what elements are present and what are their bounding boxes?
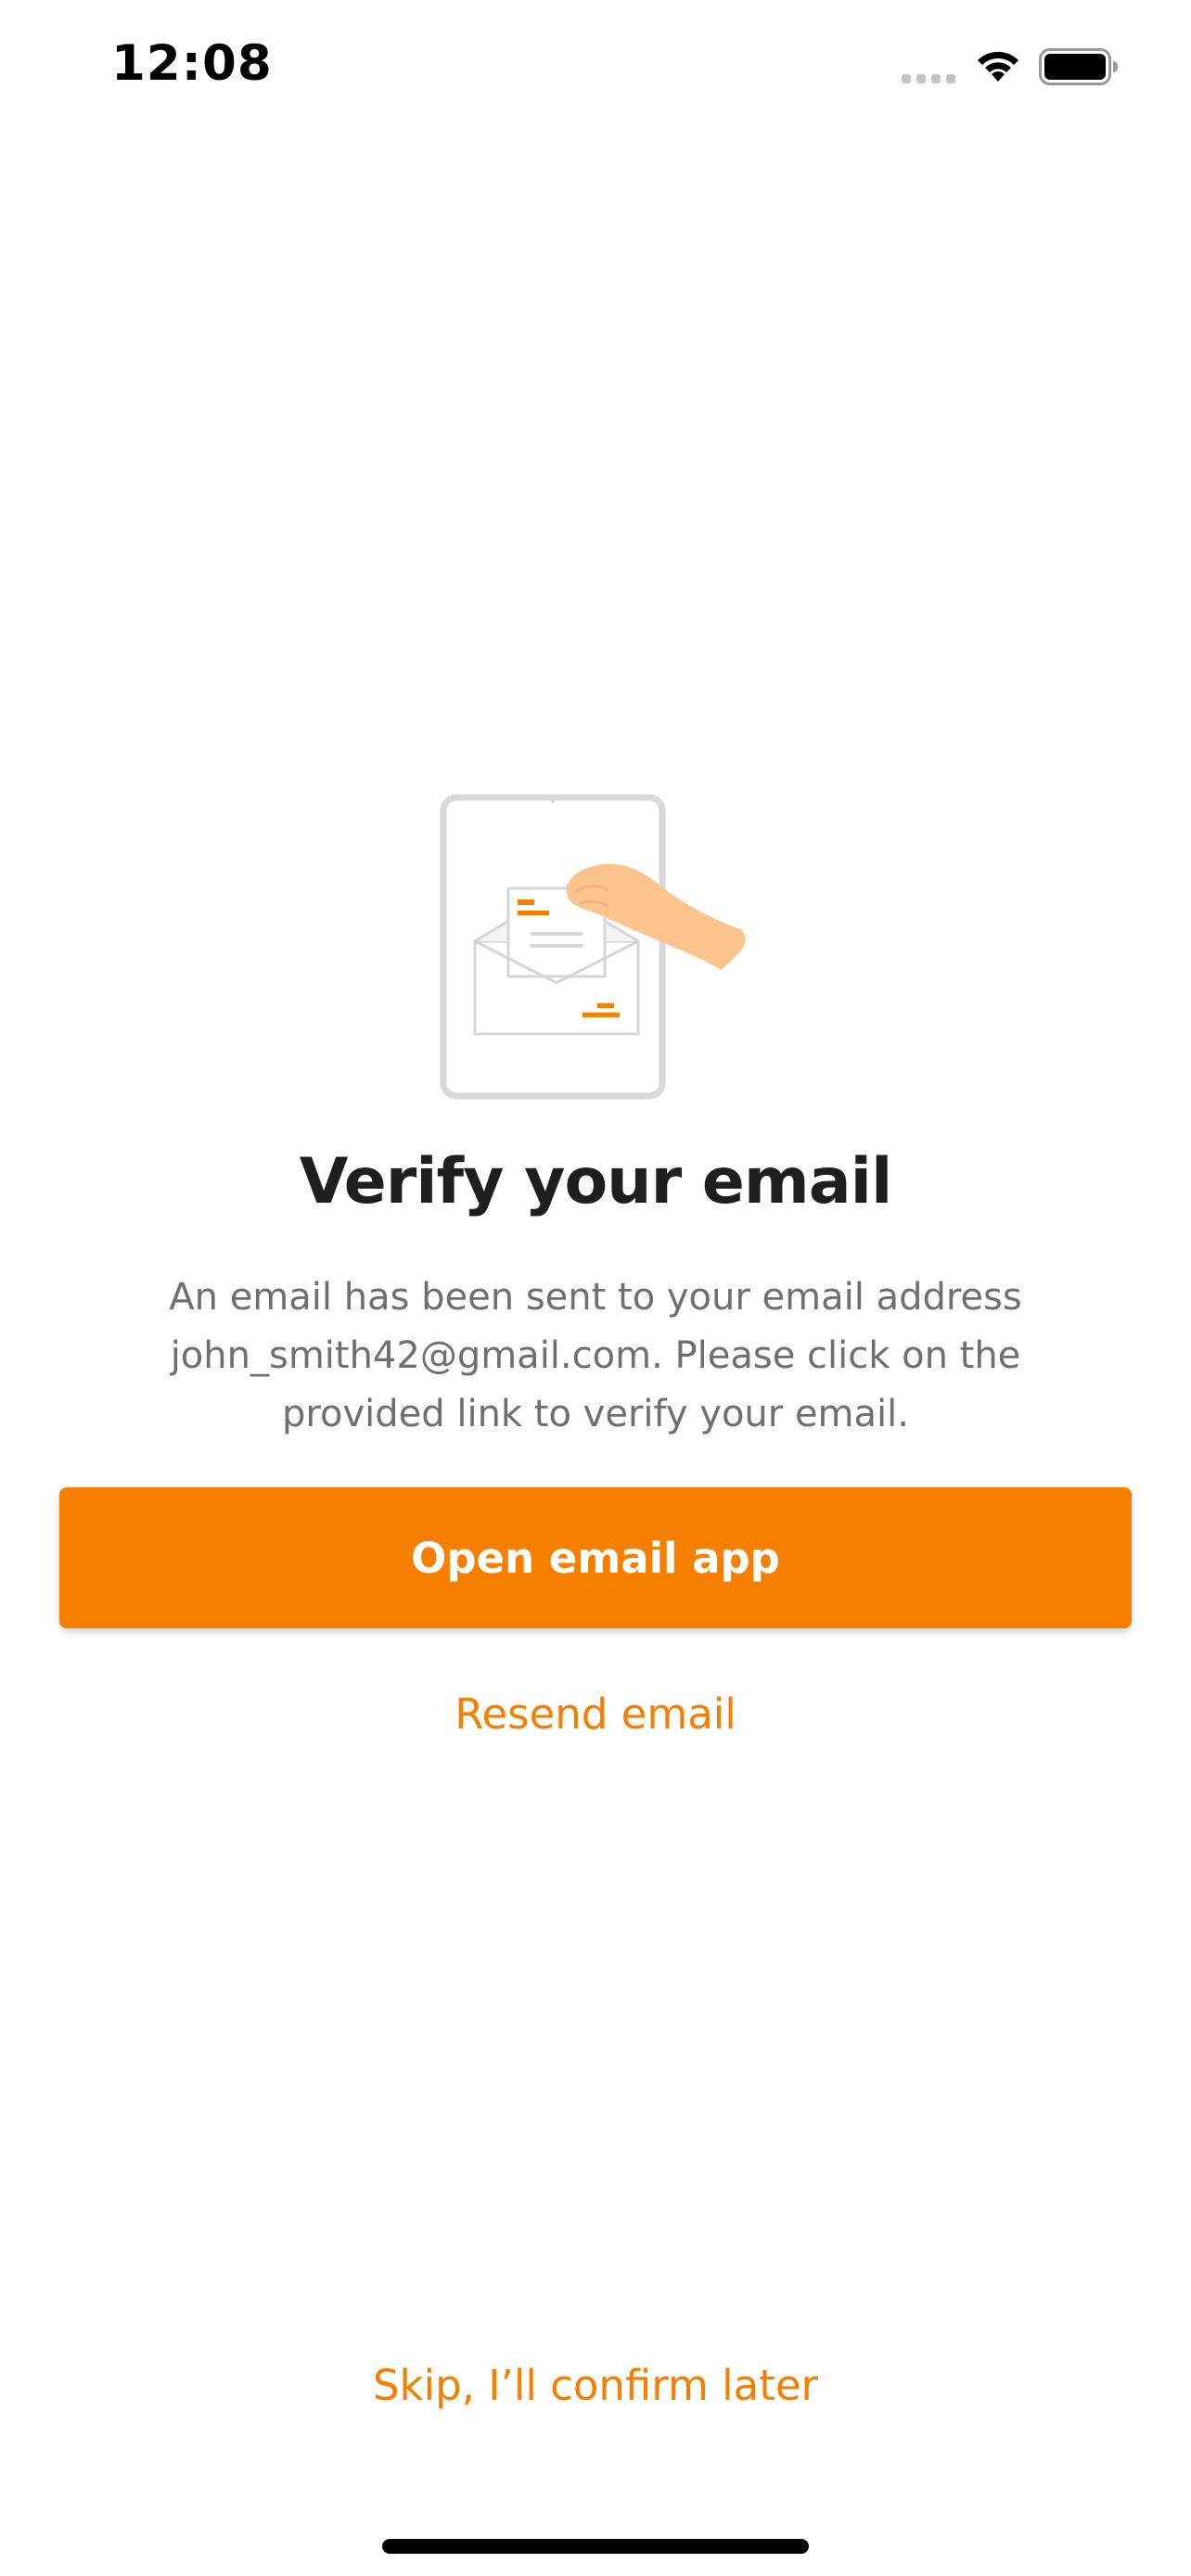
status-time: 12:08: [111, 35, 273, 92]
status-bar: 12:08: [0, 0, 1191, 139]
home-indicator[interactable]: [382, 2539, 809, 2554]
verification-message: An email has been sent to your email add…: [169, 1276, 1022, 1435]
cellular-signal-icon: [902, 74, 957, 83]
skip-confirm-later-link[interactable]: Skip, I’ll confirm later: [0, 2361, 1191, 2410]
resend-email-link[interactable]: Resend email: [0, 1690, 1191, 1739]
wifi-icon: [978, 51, 1018, 82]
page-title: Verify your email: [299, 1145, 893, 1218]
email-envelope-illustration: [440, 794, 746, 1100]
battery-icon: [1039, 48, 1118, 85]
open-email-app-button[interactable]: Open email app: [59, 1487, 1132, 1628]
verify-email-screen: 12:08 Verify your email An email has bee…: [0, 0, 1191, 2576]
